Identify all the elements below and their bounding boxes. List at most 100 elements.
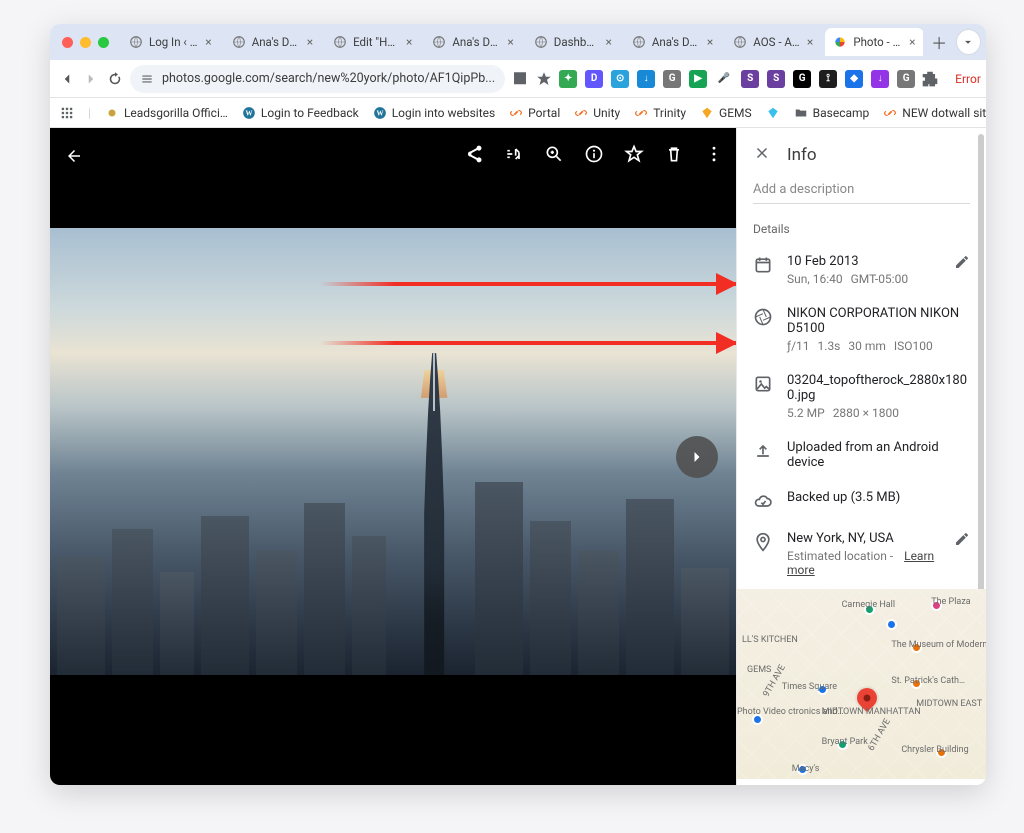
detail-location: New York, NY, USA Estimated location - L… bbox=[737, 521, 986, 587]
close-tab-icon[interactable]: × bbox=[205, 35, 211, 49]
close-tab-icon[interactable]: × bbox=[406, 35, 412, 49]
address-bar[interactable]: photos.google.com/search/new%20york/phot… bbox=[130, 65, 505, 93]
nav-back-button[interactable] bbox=[58, 67, 76, 91]
detail-camera: NIKON CORPORATION NIKON D5100 ƒ/111.3s30… bbox=[737, 296, 986, 363]
close-window[interactable] bbox=[62, 37, 73, 48]
map-label: St. Patrick's Cath… bbox=[891, 676, 965, 686]
install-app-icon[interactable] bbox=[511, 67, 529, 91]
extensions-menu-icon[interactable] bbox=[921, 67, 939, 91]
close-tab-icon[interactable]: × bbox=[307, 35, 313, 49]
location-map[interactable]: LL'S KITCHENCarnegie HallThe PlazaGEMS9T… bbox=[737, 589, 986, 779]
edit-date-button[interactable] bbox=[954, 254, 970, 270]
browser-tab-bar: Log In ‹ Ana×Ana's Deli &×Edit "Home×Ana… bbox=[50, 24, 986, 60]
bookmark-item[interactable]: Trinity bbox=[634, 106, 686, 120]
detail-file: 03204_topoftherock_2880x1800.jpg 5.2 MP2… bbox=[737, 363, 986, 430]
bookmark-item[interactable]: WLogin into websites bbox=[373, 106, 495, 120]
nav-forward-button[interactable] bbox=[82, 67, 100, 91]
browser-tab[interactable]: Ana's Deli &× bbox=[224, 28, 321, 56]
detail-date: 10 Feb 2013 Sun, 16:40GMT-05:00 bbox=[737, 244, 986, 296]
info-title: Info bbox=[787, 145, 817, 165]
aperture-icon bbox=[753, 307, 773, 327]
map-label: The Museum of Modern Art bbox=[891, 640, 986, 650]
browser-tab[interactable]: Ana's Deli &× bbox=[624, 28, 721, 56]
extension-icon[interactable]: D bbox=[585, 70, 603, 88]
minimize-window[interactable] bbox=[80, 37, 91, 48]
close-tab-icon[interactable]: × bbox=[909, 35, 915, 49]
close-tab-icon[interactable]: × bbox=[507, 35, 513, 49]
bookmark-star-icon[interactable] bbox=[535, 67, 553, 91]
share-icon[interactable] bbox=[464, 144, 484, 168]
map-label: Carnegie Hall bbox=[842, 600, 896, 610]
extension-icon[interactable]: ↓ bbox=[871, 70, 889, 88]
info-panel: Info Add a description Details 10 Feb 20… bbox=[736, 128, 986, 785]
extension-icon[interactable]: ▶ bbox=[689, 70, 707, 88]
edit-location-button[interactable] bbox=[954, 531, 970, 547]
map-label: Macy's bbox=[792, 764, 820, 774]
url-text: photos.google.com/search/new%20york/phot… bbox=[162, 71, 495, 86]
bookmark-item[interactable]: Unity bbox=[574, 106, 620, 120]
extension-icon[interactable]: ⊙ bbox=[611, 70, 629, 88]
next-photo-button[interactable] bbox=[676, 436, 718, 478]
calendar-icon bbox=[753, 255, 773, 275]
photo-image bbox=[50, 228, 736, 675]
map-label: Times Square bbox=[782, 682, 837, 692]
detail-backup: Backed up (3.5 MB) bbox=[737, 480, 986, 521]
svg-text:W: W bbox=[245, 109, 252, 117]
bookmark-item[interactable]: GEMS bbox=[700, 106, 752, 120]
details-heading: Details bbox=[753, 222, 970, 236]
close-tab-icon[interactable]: × bbox=[807, 35, 813, 49]
favorite-icon[interactable] bbox=[624, 144, 644, 168]
map-label: 6TH AVE bbox=[866, 717, 892, 753]
detail-upload: Uploaded from an Android device bbox=[737, 430, 986, 480]
browser-tab[interactable]: Edit "Home× bbox=[325, 28, 420, 56]
extension-icon[interactable]: S bbox=[741, 70, 759, 88]
extension-icon[interactable]: S bbox=[767, 70, 785, 88]
image-icon bbox=[753, 374, 773, 394]
close-tab-icon[interactable]: × bbox=[707, 35, 713, 49]
bookmark-item[interactable]: NEW dotwall site bbox=[883, 106, 986, 120]
browser-tab[interactable]: Log In ‹ Ana× bbox=[121, 28, 220, 56]
bookmark-item[interactable]: Basecamp bbox=[794, 106, 870, 120]
tab-overflow-button[interactable] bbox=[957, 30, 980, 54]
cloud-icon bbox=[753, 491, 773, 511]
extension-icon[interactable]: ↓ bbox=[637, 70, 655, 88]
close-info-button[interactable] bbox=[753, 144, 771, 166]
delete-icon[interactable] bbox=[664, 144, 684, 168]
extension-icon[interactable]: G bbox=[663, 70, 681, 88]
map-label: The Plaza bbox=[931, 597, 970, 607]
info-icon[interactable] bbox=[584, 144, 604, 168]
browser-tab[interactable]: Photo - Goo× bbox=[825, 28, 923, 56]
bookmark-item[interactable]: Leadsgorilla Offici… bbox=[105, 106, 228, 120]
maximize-window[interactable] bbox=[98, 37, 109, 48]
location-icon bbox=[753, 532, 773, 552]
map-label: GEMS bbox=[747, 665, 771, 675]
description-input[interactable]: Add a description bbox=[753, 182, 970, 204]
extension-icon[interactable]: ⟟ bbox=[819, 70, 837, 88]
browser-tab[interactable]: Ana's Deli &× bbox=[424, 28, 521, 56]
site-settings-icon bbox=[140, 72, 154, 86]
bookmark-item[interactable]: Portal bbox=[509, 106, 560, 120]
bookmark-item[interactable]: WLogin to Feedback bbox=[242, 106, 359, 120]
edit-icon[interactable] bbox=[504, 144, 524, 168]
browser-tab[interactable]: AOS - Anim× bbox=[725, 28, 821, 56]
map-label: Chrysler Building bbox=[901, 745, 968, 755]
browser-tab[interactable]: Dashboard× bbox=[526, 28, 620, 56]
map-label: MIDTOWN MANHATTAN bbox=[822, 707, 921, 717]
more-icon[interactable] bbox=[704, 144, 724, 168]
new-tab-button[interactable]: ＋ bbox=[927, 30, 950, 54]
bookmark-item[interactable] bbox=[766, 106, 780, 120]
extension-icon[interactable]: 🎤 bbox=[715, 70, 733, 88]
close-tab-icon[interactable]: × bbox=[605, 35, 611, 49]
apps-grid-icon[interactable] bbox=[60, 106, 74, 120]
extension-icon[interactable]: G bbox=[897, 70, 915, 88]
photo-viewer bbox=[50, 128, 736, 785]
map-label: MIDTOWN EAST bbox=[916, 699, 982, 709]
viewer-back-button[interactable] bbox=[62, 144, 86, 168]
extension-icon[interactable]: G bbox=[793, 70, 811, 88]
extension-icon[interactable]: ✦ bbox=[559, 70, 577, 88]
extension-icon[interactable]: ◆ bbox=[845, 70, 863, 88]
reload-button[interactable] bbox=[106, 67, 124, 91]
svg-text:W: W bbox=[376, 109, 383, 117]
error-indicator[interactable]: Error bbox=[951, 70, 985, 88]
zoom-icon[interactable] bbox=[544, 144, 564, 168]
